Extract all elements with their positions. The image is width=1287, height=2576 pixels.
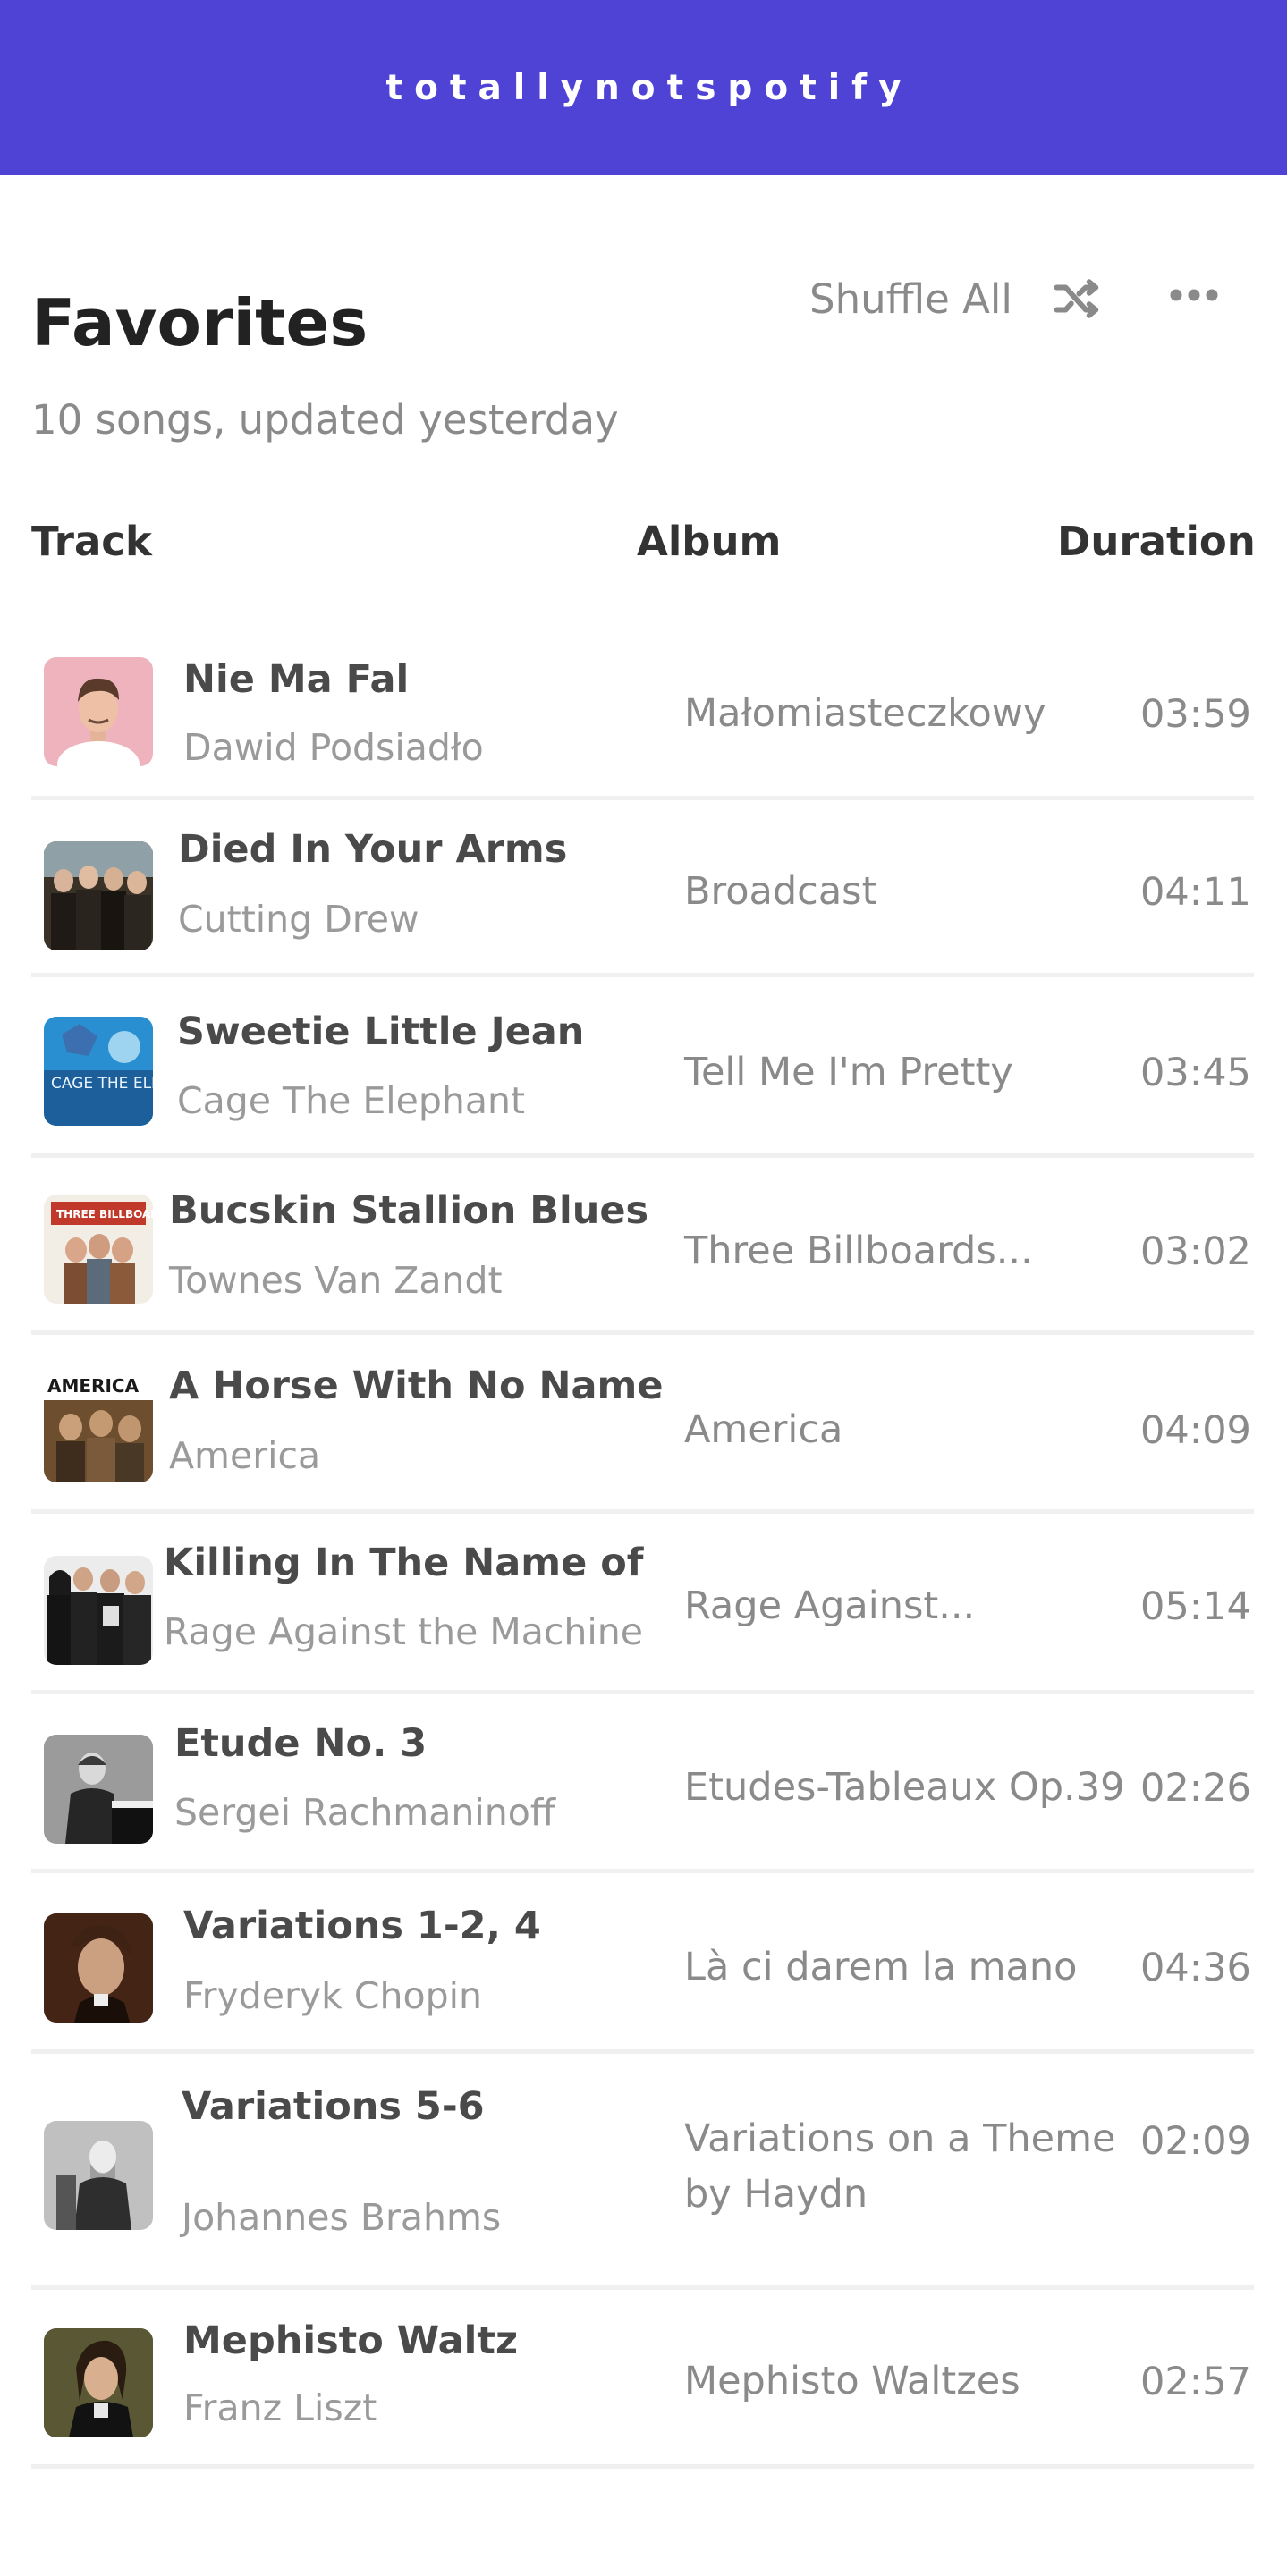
track-album[interactable]: Etudes-Tableaux Op.39: [684, 1760, 1140, 1815]
track-album[interactable]: Three Billboards...: [684, 1223, 1140, 1279]
track-artist[interactable]: America: [169, 1434, 320, 1477]
app-logo[interactable]: totallynotspotify: [374, 68, 912, 108]
track-artist[interactable]: Cutting Drew: [178, 898, 419, 941]
album-cover: [44, 1556, 153, 1665]
album-cover-text: THREE BILLBOARDS: [56, 1208, 153, 1220]
track-album[interactable]: Mephisto Waltzes: [684, 2353, 1140, 2409]
track-album[interactable]: Là ci darem la mano: [684, 1939, 1140, 1995]
track-row[interactable]: Variations 5-6 Johannes Brahms Variation…: [31, 2049, 1254, 2290]
track-title[interactable]: Bucskin Stallion Blues: [169, 1188, 648, 1233]
album-cover: [44, 841, 153, 950]
track-title[interactable]: Etude No. 3: [174, 1721, 427, 1766]
album-cover: [44, 1913, 153, 2023]
album-cover-text: CAGE THE ELEPHANT: [51, 1075, 153, 1093]
track-row[interactable]: Died In Your Arms Cutting Drew Broadcast…: [31, 796, 1254, 977]
track-artist[interactable]: Rage Against the Machine: [164, 1610, 643, 1653]
track-title[interactable]: A Horse With No Name: [169, 1364, 664, 1408]
track-album[interactable]: Tell Me I'm Pretty: [684, 1044, 1140, 1100]
album-cover: [44, 2121, 153, 2230]
more-options-icon[interactable]: [1167, 277, 1221, 313]
track-artist[interactable]: Sergei Rachmaninoff: [174, 1791, 555, 1834]
column-header-track[interactable]: Track: [31, 521, 152, 562]
playlist-title: Favorites: [31, 285, 368, 360]
track-row[interactable]: CAGE THE ELEPHANT Sweetie Little Jean Ca…: [31, 973, 1254, 1158]
album-cover: CAGE THE ELEPHANT: [44, 1017, 153, 1126]
track-artist[interactable]: Cage The Elephant: [177, 1079, 525, 1122]
track-title[interactable]: Mephisto Waltz: [183, 2318, 518, 2363]
album-cover: [44, 657, 153, 766]
track-row[interactable]: Variations 1-2, 4 Fryderyk Chopin Là ci …: [31, 1869, 1254, 2054]
track-duration: 05:14: [1140, 1584, 1251, 1629]
track-duration: 03:02: [1140, 1229, 1251, 1274]
track-duration: 04:11: [1140, 870, 1251, 915]
column-header-album[interactable]: Album: [637, 521, 781, 562]
track-artist[interactable]: Dawid Podsiadło: [183, 726, 484, 769]
album-cover: THREE BILLBOARDS: [44, 1195, 153, 1304]
track-title[interactable]: Sweetie Little Jean: [177, 1009, 584, 1054]
track-title[interactable]: Variations 5-6: [182, 2084, 485, 2129]
track-title[interactable]: Killing In The Name of: [164, 1541, 644, 1585]
track-title[interactable]: Variations 1-2, 4: [183, 1904, 541, 1948]
track-row[interactable]: Nie Ma Fal Dawid Podsiadło Małomiasteczk…: [31, 637, 1254, 800]
album-cover-text: AMERICA: [47, 1375, 140, 1397]
track-row[interactable]: Mephisto Waltz Franz Liszt Mephisto Walt…: [31, 2285, 1254, 2469]
track-duration: 04:09: [1140, 1408, 1251, 1453]
track-duration: 02:57: [1140, 2360, 1251, 2404]
shuffle-all-button[interactable]: Shuffle All: [809, 268, 1104, 329]
album-cover: [44, 2328, 153, 2437]
track-artist[interactable]: Johannes Brahms: [182, 2196, 501, 2239]
track-duration: 03:59: [1140, 692, 1251, 737]
track-title[interactable]: Nie Ma Fal: [183, 657, 409, 702]
track-artist[interactable]: Fryderyk Chopin: [183, 1974, 482, 2017]
album-cover: [44, 1735, 153, 1844]
track-artist[interactable]: Franz Liszt: [183, 2386, 377, 2429]
playlist-subtitle: 10 songs, updated yesterday: [31, 396, 619, 443]
track-album[interactable]: America: [684, 1402, 1140, 1457]
track-duration: 04:36: [1140, 1946, 1251, 1990]
shuffle-all-label: Shuffle All: [809, 274, 1012, 323]
track-duration: 02:26: [1140, 1766, 1251, 1811]
track-album[interactable]: Broadcast: [684, 864, 1140, 919]
track-row[interactable]: THREE BILLBOARDS Bucskin Stallion Blues …: [31, 1153, 1254, 1335]
track-artist[interactable]: Townes Van Zandt: [169, 1259, 503, 1302]
shuffle-icon: [1054, 279, 1099, 318]
track-album[interactable]: Małomiasteczkowy: [684, 686, 1140, 741]
track-duration: 03:45: [1140, 1051, 1251, 1095]
track-row[interactable]: AMERICA A Horse With No Name America Ame…: [31, 1330, 1254, 1514]
track-title[interactable]: Died In Your Arms: [178, 827, 567, 872]
track-duration: 02:09: [1140, 2119, 1251, 2164]
track-album[interactable]: Rage Against...: [684, 1578, 1140, 1634]
track-row[interactable]: Etude No. 3 Sergei Rachmaninoff Etudes-T…: [31, 1690, 1254, 1873]
column-header-duration[interactable]: Duration: [1057, 521, 1256, 562]
track-album[interactable]: Variations on a Theme by Haydn: [684, 2111, 1140, 2222]
app-header: totallynotspotify: [0, 0, 1287, 175]
album-cover: AMERICA: [44, 1373, 153, 1482]
track-row[interactable]: Killing In The Name of Rage Against the …: [31, 1509, 1254, 1694]
